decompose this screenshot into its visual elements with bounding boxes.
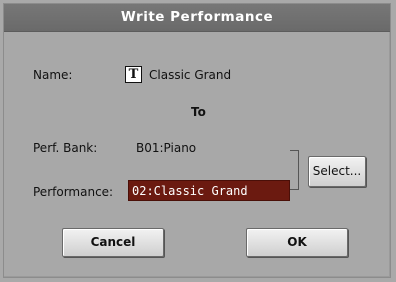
write-performance-dialog: Write Performance Name: T Classic Grand …	[3, 3, 391, 278]
ok-button[interactable]: OK	[246, 228, 348, 257]
select-button[interactable]: Select...	[308, 156, 366, 187]
performance-field[interactable]: 02:Classic Grand	[128, 180, 290, 201]
text-edit-icon[interactable]: T	[125, 66, 142, 83]
perf-bank-label: Perf. Bank:	[33, 141, 98, 155]
to-label: To	[191, 105, 206, 119]
name-value: Classic Grand	[149, 68, 232, 82]
perf-bank-value[interactable]: B01:Piano	[136, 141, 196, 155]
performance-label: Performance:	[33, 185, 114, 199]
select-bracket	[290, 150, 299, 190]
dialog-title: Write Performance	[4, 4, 390, 32]
name-label: Name:	[33, 68, 73, 82]
cancel-button[interactable]: Cancel	[62, 228, 164, 257]
